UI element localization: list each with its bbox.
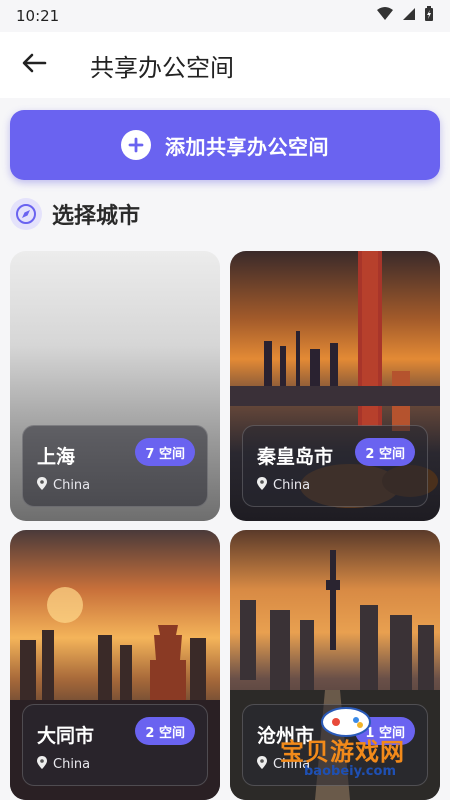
city-info-overlay: 上海 7 空间 China <box>22 425 208 507</box>
back-button[interactable] <box>14 45 54 85</box>
section-header: 选择城市 <box>10 196 140 232</box>
location-pin-icon <box>37 756 47 773</box>
city-name: 大同市 <box>37 725 95 747</box>
city-card-datong[interactable]: 大同市 2 空间 China <box>10 530 220 800</box>
city-country: China <box>37 756 90 773</box>
status-icons <box>376 6 434 26</box>
space-count-badge: 2 空间 <box>355 438 415 466</box>
arrow-left-icon <box>21 52 47 78</box>
city-card-qinhuangdao[interactable]: 秦皇岛市 2 空间 China <box>230 251 440 521</box>
status-time: 10:21 <box>16 7 60 25</box>
city-country: China <box>257 477 310 494</box>
watermark-url: baobeiy.com <box>304 764 396 779</box>
city-card-shanghai[interactable]: 上海 7 空间 China <box>10 251 220 521</box>
city-country: China <box>37 477 90 494</box>
app-bar: 共享办公空间 <box>0 32 450 98</box>
plus-icon <box>121 130 151 160</box>
watermark-text: 宝贝游戏网 <box>280 738 405 766</box>
city-name: 秦皇岛市 <box>257 446 334 468</box>
city-name: 上海 <box>37 446 76 468</box>
location-pin-icon <box>257 756 267 773</box>
location-pin-icon <box>37 477 47 494</box>
section-title: 选择城市 <box>52 204 141 229</box>
space-count-badge: 2 空间 <box>135 717 195 745</box>
battery-icon <box>424 6 434 26</box>
country-label: China <box>53 478 91 493</box>
signal-icon <box>402 7 416 25</box>
country-label: China <box>273 478 311 493</box>
city-info-overlay: 大同市 2 空间 China <box>22 704 208 786</box>
location-pin-icon <box>257 477 267 494</box>
wifi-icon <box>376 7 394 25</box>
add-workspace-label: 添加共享办公空间 <box>165 134 329 159</box>
country-label: China <box>53 757 91 772</box>
space-count-badge: 7 空间 <box>135 438 195 466</box>
compass-icon <box>10 198 42 230</box>
status-bar: 10:21 <box>0 0 450 32</box>
watermark-logo: 宝贝游戏网 baobeiy.com <box>270 700 440 790</box>
page-title: 共享办公空间 <box>90 53 234 82</box>
city-info-overlay: 秦皇岛市 2 空间 China <box>242 425 428 507</box>
add-workspace-button[interactable]: 添加共享办公空间 <box>10 110 440 180</box>
